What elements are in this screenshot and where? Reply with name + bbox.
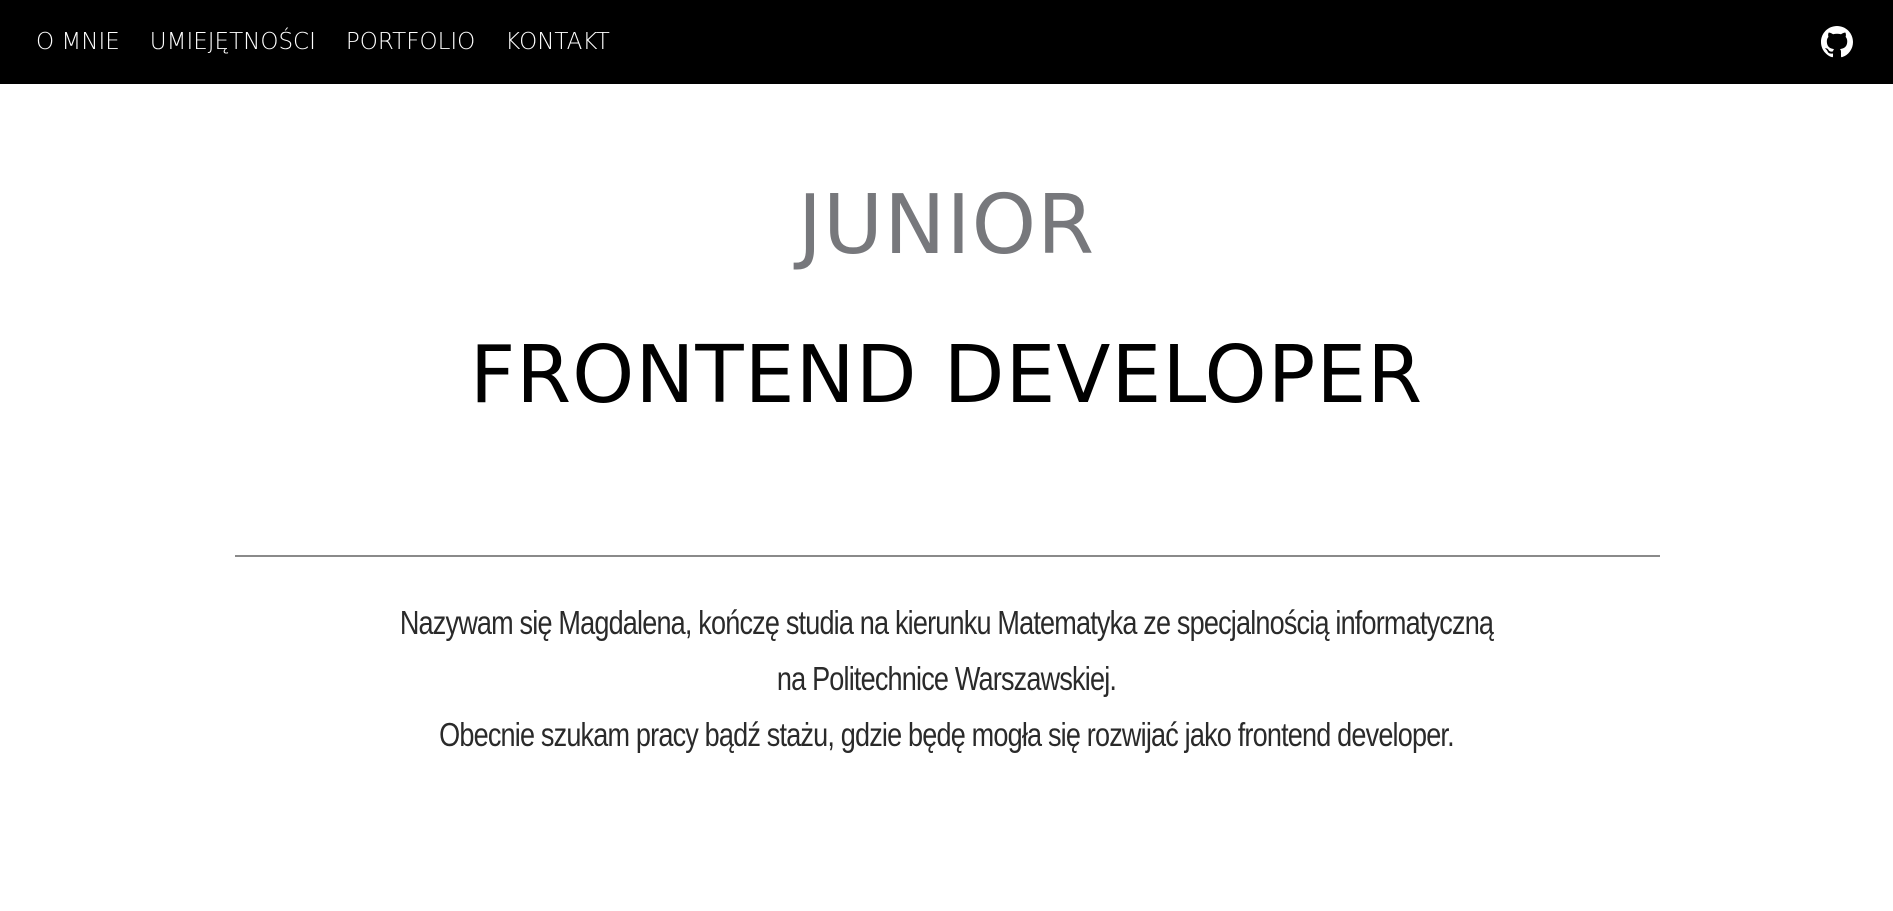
nav-link-kontakt[interactable]: KONTAKT xyxy=(505,29,609,55)
hero-junior-heading: JUNIOR xyxy=(797,177,1096,273)
intro-line-1: Nazywam się Magdalena, kończę studia na … xyxy=(399,604,1494,641)
intro-line-2: na Politechnice Warszawskiej. xyxy=(776,660,1117,697)
nav-link-umiejetnosci[interactable]: UMIEJĘTNOŚCI xyxy=(150,29,316,55)
intro-paragraph: Nazywam się Magdalena, kończę studia na … xyxy=(170,595,1722,763)
github-link[interactable] xyxy=(1821,26,1853,58)
top-navigation-bar: O MNIE UMIEJĘTNOŚCI PORTFOLIO KONTAKT xyxy=(0,0,1893,84)
nav-link-o-mnie[interactable]: O MNIE xyxy=(36,29,120,55)
nav-link-portfolio[interactable]: PORTFOLIO xyxy=(346,29,475,55)
section-divider xyxy=(235,555,1660,557)
intro-line-3: Obecnie szukam pracy bądź stażu, gdzie b… xyxy=(439,716,1454,753)
github-icon xyxy=(1821,26,1853,58)
hero-title-heading: FRONTEND DEVELOPER xyxy=(469,328,1424,421)
main-navigation: O MNIE UMIEJĘTNOŚCI PORTFOLIO KONTAKT xyxy=(36,0,610,84)
